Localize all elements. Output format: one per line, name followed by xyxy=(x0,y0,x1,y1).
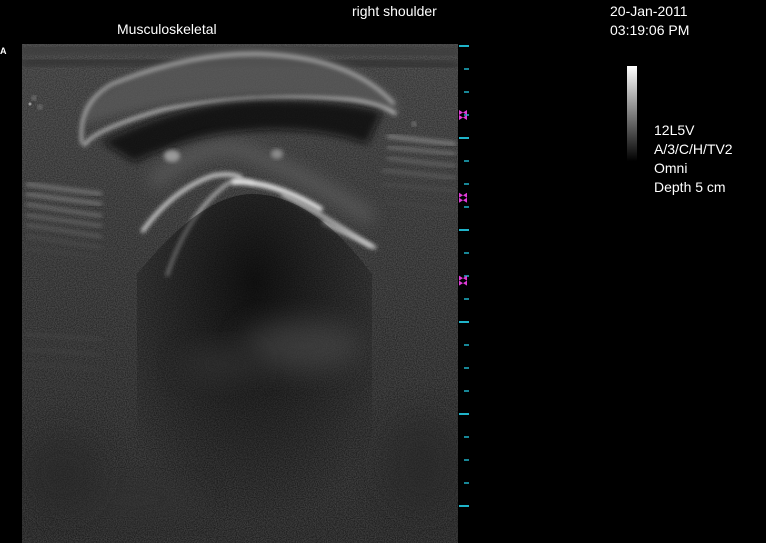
probe-label: 12L5V xyxy=(654,122,695,138)
ultrasound-image xyxy=(22,44,458,543)
time-label: 03:19:06 PM xyxy=(610,22,690,38)
focus-zone-marker xyxy=(459,275,467,286)
date-label: 20-Jan-2011 xyxy=(610,3,688,19)
exam-preset-label: Musculoskeletal xyxy=(117,21,217,37)
depth-label: Depth 5 cm xyxy=(654,179,726,195)
scan-site-label: right shoulder xyxy=(352,3,437,19)
focus-zone-marker xyxy=(459,192,467,203)
settings-label: A/3/C/H/TV2 xyxy=(654,141,733,157)
orientation-marker: A xyxy=(0,46,7,56)
grayscale-bar xyxy=(627,66,637,161)
depth-ruler xyxy=(459,45,469,507)
mode-label: Omni xyxy=(654,160,688,176)
